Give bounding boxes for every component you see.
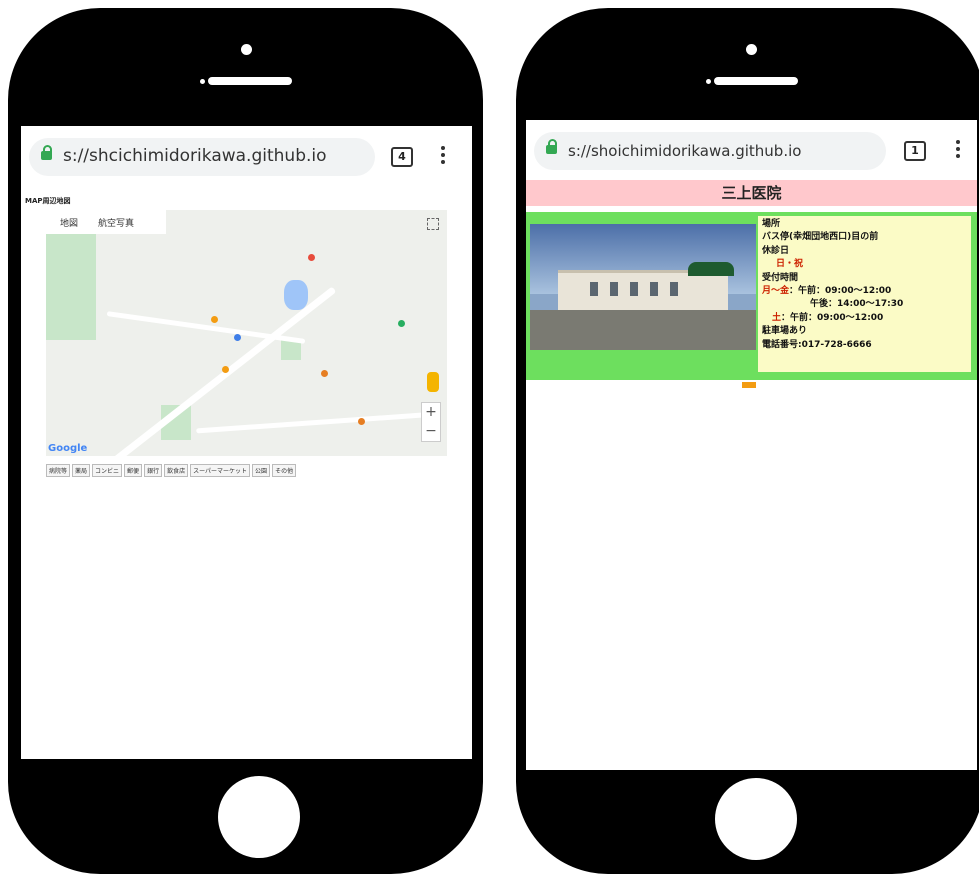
holiday-label: 休診日 xyxy=(762,245,790,256)
left-phone: s://shcichimidorikawa.github.io 4 MAP周辺地… xyxy=(8,8,483,874)
clinic-info-panel: 場所 バス停(幸畑団地西口)目の前 休診日 日・祝 受付時間 月～金：午前：09… xyxy=(526,212,977,380)
speaker-icon xyxy=(714,77,798,85)
map-pin-icon[interactable] xyxy=(222,366,229,373)
left-screen: s://shcichimidorikawa.github.io 4 MAP周辺地… xyxy=(21,126,472,759)
category-button[interactable]: スーパーマーケット xyxy=(190,464,251,477)
camera-icon xyxy=(241,44,252,55)
category-button[interactable]: 郵便 xyxy=(124,464,143,477)
weekday-pm-hours: 午後：14:00～17:30 xyxy=(810,299,904,310)
holiday-value: 日・祝 xyxy=(776,259,804,270)
tab-switcher-button[interactable]: 4 xyxy=(391,147,413,167)
map-pin-icon[interactable] xyxy=(308,254,315,261)
zoom-out-button[interactable]: − xyxy=(422,422,440,441)
kebab-menu-icon[interactable] xyxy=(956,140,960,158)
map-tab-satellite[interactable]: 航空写真 xyxy=(98,216,134,229)
address-bar[interactable]: s://shcichimidorikawa.github.io xyxy=(29,138,375,176)
camera-icon xyxy=(746,44,757,55)
lock-icon xyxy=(41,145,52,160)
home-button[interactable] xyxy=(715,778,797,860)
kebab-menu-icon[interactable] xyxy=(441,146,445,164)
map-pin-icon[interactable] xyxy=(358,418,365,425)
url-text: s://shcichimidorikawa.github.io xyxy=(63,146,327,166)
zoom-in-button[interactable]: + xyxy=(422,403,440,422)
url-text: s://shoichimidorikawa.github.io xyxy=(568,142,802,160)
location-value: バス停(幸畑団地西口)目の前 xyxy=(762,232,879,243)
map-road xyxy=(106,311,306,344)
category-button[interactable]: コンビニ xyxy=(92,464,123,477)
phone-number[interactable]: 電話番号:017-728-6666 xyxy=(762,339,967,352)
address-bar[interactable]: s://shoichimidorikawa.github.io xyxy=(534,132,886,170)
map-pond xyxy=(284,280,308,310)
map-pin-icon[interactable] xyxy=(234,334,241,341)
weekday-am-hours: ：午前：09:00～12:00 xyxy=(789,286,892,297)
orange-tag xyxy=(742,382,756,388)
category-button[interactable]: 公園 xyxy=(252,464,271,477)
browser-toolbar: s://shcichimidorikawa.github.io 4 xyxy=(21,126,472,186)
saturday-day: 土 xyxy=(772,312,782,323)
map-pin-icon[interactable] xyxy=(211,316,218,323)
clinic-details: 場所 バス停(幸畑団地西口)目の前 休診日 日・祝 受付時間 月～金：午前：09… xyxy=(758,216,971,372)
pegman-icon[interactable] xyxy=(427,372,439,392)
map-tab-map[interactable]: 地図 xyxy=(60,216,78,229)
speaker-icon xyxy=(208,77,292,85)
category-button[interactable]: 病院等 xyxy=(46,464,71,477)
category-button[interactable]: 銀行 xyxy=(144,464,163,477)
page-title: MAP周辺地図 xyxy=(25,197,71,205)
map-pin-icon[interactable] xyxy=(321,370,328,377)
weekday-hours-row: 月～金：午前：09:00～12:00 xyxy=(762,285,967,298)
right-screen: s://shoichimidorikawa.github.io 1 三上医院 場… xyxy=(526,120,977,770)
sensor-icon xyxy=(200,79,205,84)
category-filter-bar: 病院等 薬局 コンビニ 郵便 銀行 飲食店 スーパーマーケット 公園 その他 xyxy=(46,464,297,477)
parking-info: 駐車場あり xyxy=(762,326,808,337)
right-phone: s://shoichimidorikawa.github.io 1 三上医院 場… xyxy=(516,8,979,874)
zoom-control: + − xyxy=(421,402,441,442)
saturday-hours-row: 土：午前：09:00～12:00 xyxy=(762,312,967,325)
google-logo: Google xyxy=(48,443,88,454)
browser-toolbar: s://shoichimidorikawa.github.io 1 xyxy=(526,120,977,180)
location-label: 場所 xyxy=(762,219,781,229)
map-type-control: 地図 航空写真 xyxy=(46,210,166,234)
sensor-icon xyxy=(706,79,711,84)
clinic-name-heading: 三上医院 xyxy=(526,180,977,206)
category-button[interactable]: 飲食店 xyxy=(164,464,189,477)
category-button[interactable]: 薬局 xyxy=(72,464,91,477)
lock-icon xyxy=(546,139,557,154)
map-road xyxy=(196,411,436,434)
google-map[interactable]: 地図 航空写真 + − Google xyxy=(46,210,447,456)
saturday-hours: ：午前：09:00～12:00 xyxy=(781,312,884,323)
fullscreen-icon[interactable] xyxy=(427,218,439,230)
tab-switcher-button[interactable]: 1 xyxy=(904,141,926,161)
home-button[interactable] xyxy=(218,776,300,858)
clinic-photo xyxy=(530,224,756,350)
hours-label: 受付時間 xyxy=(762,272,799,283)
map-pin-icon[interactable] xyxy=(398,320,405,327)
category-button[interactable]: その他 xyxy=(272,464,297,477)
weekday-days: 月～金 xyxy=(762,286,790,297)
